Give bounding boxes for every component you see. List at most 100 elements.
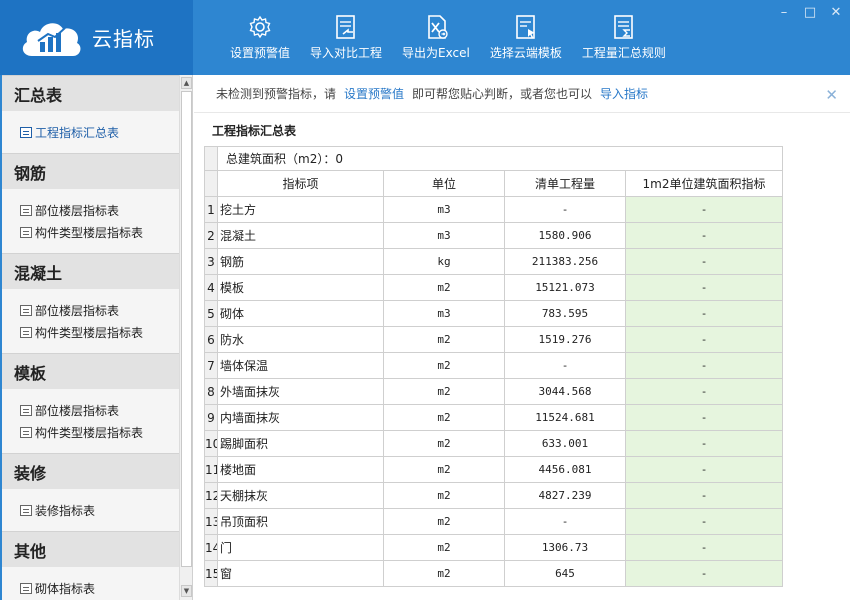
quantity-cell[interactable]: - [504,196,626,223]
unit-cell[interactable]: kg [383,248,505,275]
quantity-cell[interactable]: 1519.276 [504,326,626,353]
item-name-cell[interactable]: 门 [217,534,384,561]
item-name-cell[interactable]: 楼地面 [217,456,384,483]
group-concrete-header[interactable]: 混凝土 [2,253,180,289]
unit-cell[interactable]: m3 [383,222,505,249]
nav-concrete-component[interactable]: 构件类型楼层指标表 [2,321,180,343]
table-row[interactable]: 10踢脚面积m2633.001- [204,430,784,457]
item-name-cell[interactable]: 踢脚面积 [217,430,384,457]
sidebar-scrollbar[interactable]: ▲ ▼ [179,75,192,600]
per-area-index-cell[interactable]: - [624,534,784,561]
unit-cell[interactable]: m2 [383,560,505,587]
unit-cell[interactable]: m2 [383,534,505,561]
item-name-cell[interactable]: 混凝土 [217,222,384,249]
unit-cell[interactable]: m2 [383,378,505,405]
per-area-index-cell[interactable]: - [624,430,784,457]
item-name-cell[interactable]: 外墙面抹灰 [217,378,384,405]
quantity-cell[interactable]: 15121.073 [504,274,626,301]
scroll-thumb[interactable] [181,91,192,567]
group-rebar-header[interactable]: 钢筋 [2,153,180,189]
import-compare-button[interactable]: 导入对比工程 [310,0,382,75]
cloud-template-button[interactable]: 选择云端模板 [490,0,562,75]
table-row[interactable]: 8 外墙面抹灰 m2 3044.568- [204,378,784,405]
per-area-index-cell[interactable]: - [624,378,784,405]
per-area-index-cell[interactable]: - [624,196,784,223]
item-name-cell[interactable]: 窗 [217,560,384,587]
close-icon[interactable]: ✕ [830,5,842,20]
per-area-index-cell[interactable]: - [624,508,784,535]
item-name-cell[interactable]: 天棚抹灰 [217,482,384,509]
item-name-cell[interactable]: 内墙面抹灰 [217,404,384,431]
per-area-index-cell[interactable]: - [624,300,784,327]
quantity-cell[interactable]: - [504,352,626,379]
per-area-index-cell[interactable]: - [624,404,784,431]
unit-cell[interactable]: m2 [383,404,505,431]
nav-formwork-floor[interactable]: 部位楼层指标表 [2,399,180,421]
scroll-down-icon[interactable]: ▼ [181,585,192,597]
minimize-icon[interactable]: – [778,5,790,20]
quantity-cell[interactable]: 4456.081 [504,456,626,483]
table-row[interactable]: 5 砌体 m3 783.595- [204,300,784,327]
nav-rebar-component[interactable]: 构件类型楼层指标表 [2,221,180,243]
table-row[interactable]: 3 钢筋 kg 211383.256- [204,248,784,275]
table-row[interactable]: 6 防水 m2 1519.276- [204,326,784,353]
per-area-index-cell[interactable]: - [624,222,784,249]
table-row[interactable]: 4 模板 m2 15121.073- [204,274,784,301]
nav-project-summary[interactable]: 工程指标汇总表 [2,121,180,143]
nav-formwork-component[interactable]: 构件类型楼层指标表 [2,421,180,443]
table-row[interactable]: 13吊顶面积m2-- [204,508,784,535]
quantity-cell[interactable]: - [504,508,626,535]
per-area-index-cell[interactable]: - [624,482,784,509]
export-excel-button[interactable]: 导出为Excel [402,0,470,75]
table-row[interactable]: 7 墙体保温 m2- - [204,352,784,379]
import-index-link[interactable]: 导入指标 [600,85,648,102]
close-icon[interactable]: ✕ [825,86,838,104]
table-row[interactable]: 2 混凝土 m3 1580.906- [204,222,784,249]
item-name-cell[interactable]: 防水 [217,326,384,353]
quantity-cell[interactable]: 3044.568 [504,378,626,405]
nav-concrete-floor[interactable]: 部位楼层指标表 [2,299,180,321]
column-header-item[interactable]: 指标项 [217,170,384,197]
item-name-cell[interactable]: 钢筋 [217,248,384,275]
per-area-index-cell[interactable]: - [624,352,784,379]
quantity-cell[interactable]: 11524.681 [504,404,626,431]
table-row[interactable]: 14门m21306.73- [204,534,784,561]
nav-masonry[interactable]: 砌体指标表 [2,577,180,599]
unit-cell[interactable]: m2 [383,482,505,509]
group-formwork-header[interactable]: 模板 [2,353,180,389]
quantity-cell[interactable]: 633.001 [504,430,626,457]
unit-cell[interactable]: m2 [383,430,505,457]
quantity-cell[interactable]: 783.595 [504,300,626,327]
table-row[interactable]: 1 挖土方 m3- - [204,196,784,223]
group-decoration-header[interactable]: 装修 [2,453,180,489]
unit-cell[interactable]: m2 [383,274,505,301]
per-area-index-cell[interactable]: - [624,560,784,587]
column-header-quantity[interactable]: 清单工程量 [504,170,626,197]
unit-cell[interactable]: m2 [383,326,505,353]
quantity-cell[interactable]: 4827.239 [504,482,626,509]
set-warning-link[interactable]: 设置预警值 [344,85,404,102]
table-row[interactable]: 12天棚抹灰m24827.239- [204,482,784,509]
unit-cell[interactable]: m3 [383,196,505,223]
unit-cell[interactable]: m2 [383,456,505,483]
per-area-index-cell[interactable]: - [624,274,784,301]
quantity-cell[interactable]: 1306.73 [504,534,626,561]
quantity-cell[interactable]: 1580.906 [504,222,626,249]
table-row[interactable]: 15窗m2645- [204,560,784,587]
nav-decoration[interactable]: 装修指标表 [2,499,180,521]
maximize-icon[interactable]: □ [804,5,816,20]
item-name-cell[interactable]: 挖土方 [217,196,384,223]
set-warning-button[interactable]: 设置预警值 [230,0,290,75]
item-name-cell[interactable]: 模板 [217,274,384,301]
item-name-cell[interactable]: 砌体 [217,300,384,327]
per-area-index-cell[interactable]: - [624,248,784,275]
unit-cell[interactable]: m2 [383,508,505,535]
column-header-index[interactable]: 1m2单位建筑面积指标 [624,170,784,197]
table-row[interactable]: 9 内墙面抹灰 m2 11524.681- [204,404,784,431]
group-summary-header[interactable]: 汇总表 [2,75,180,111]
column-header-unit[interactable]: 单位 [383,170,505,197]
scroll-up-icon[interactable]: ▲ [181,77,192,89]
sum-rules-button[interactable]: 工程量汇总规则 [582,0,666,75]
per-area-index-cell[interactable]: - [624,326,784,353]
quantity-cell[interactable]: 211383.256 [504,248,626,275]
